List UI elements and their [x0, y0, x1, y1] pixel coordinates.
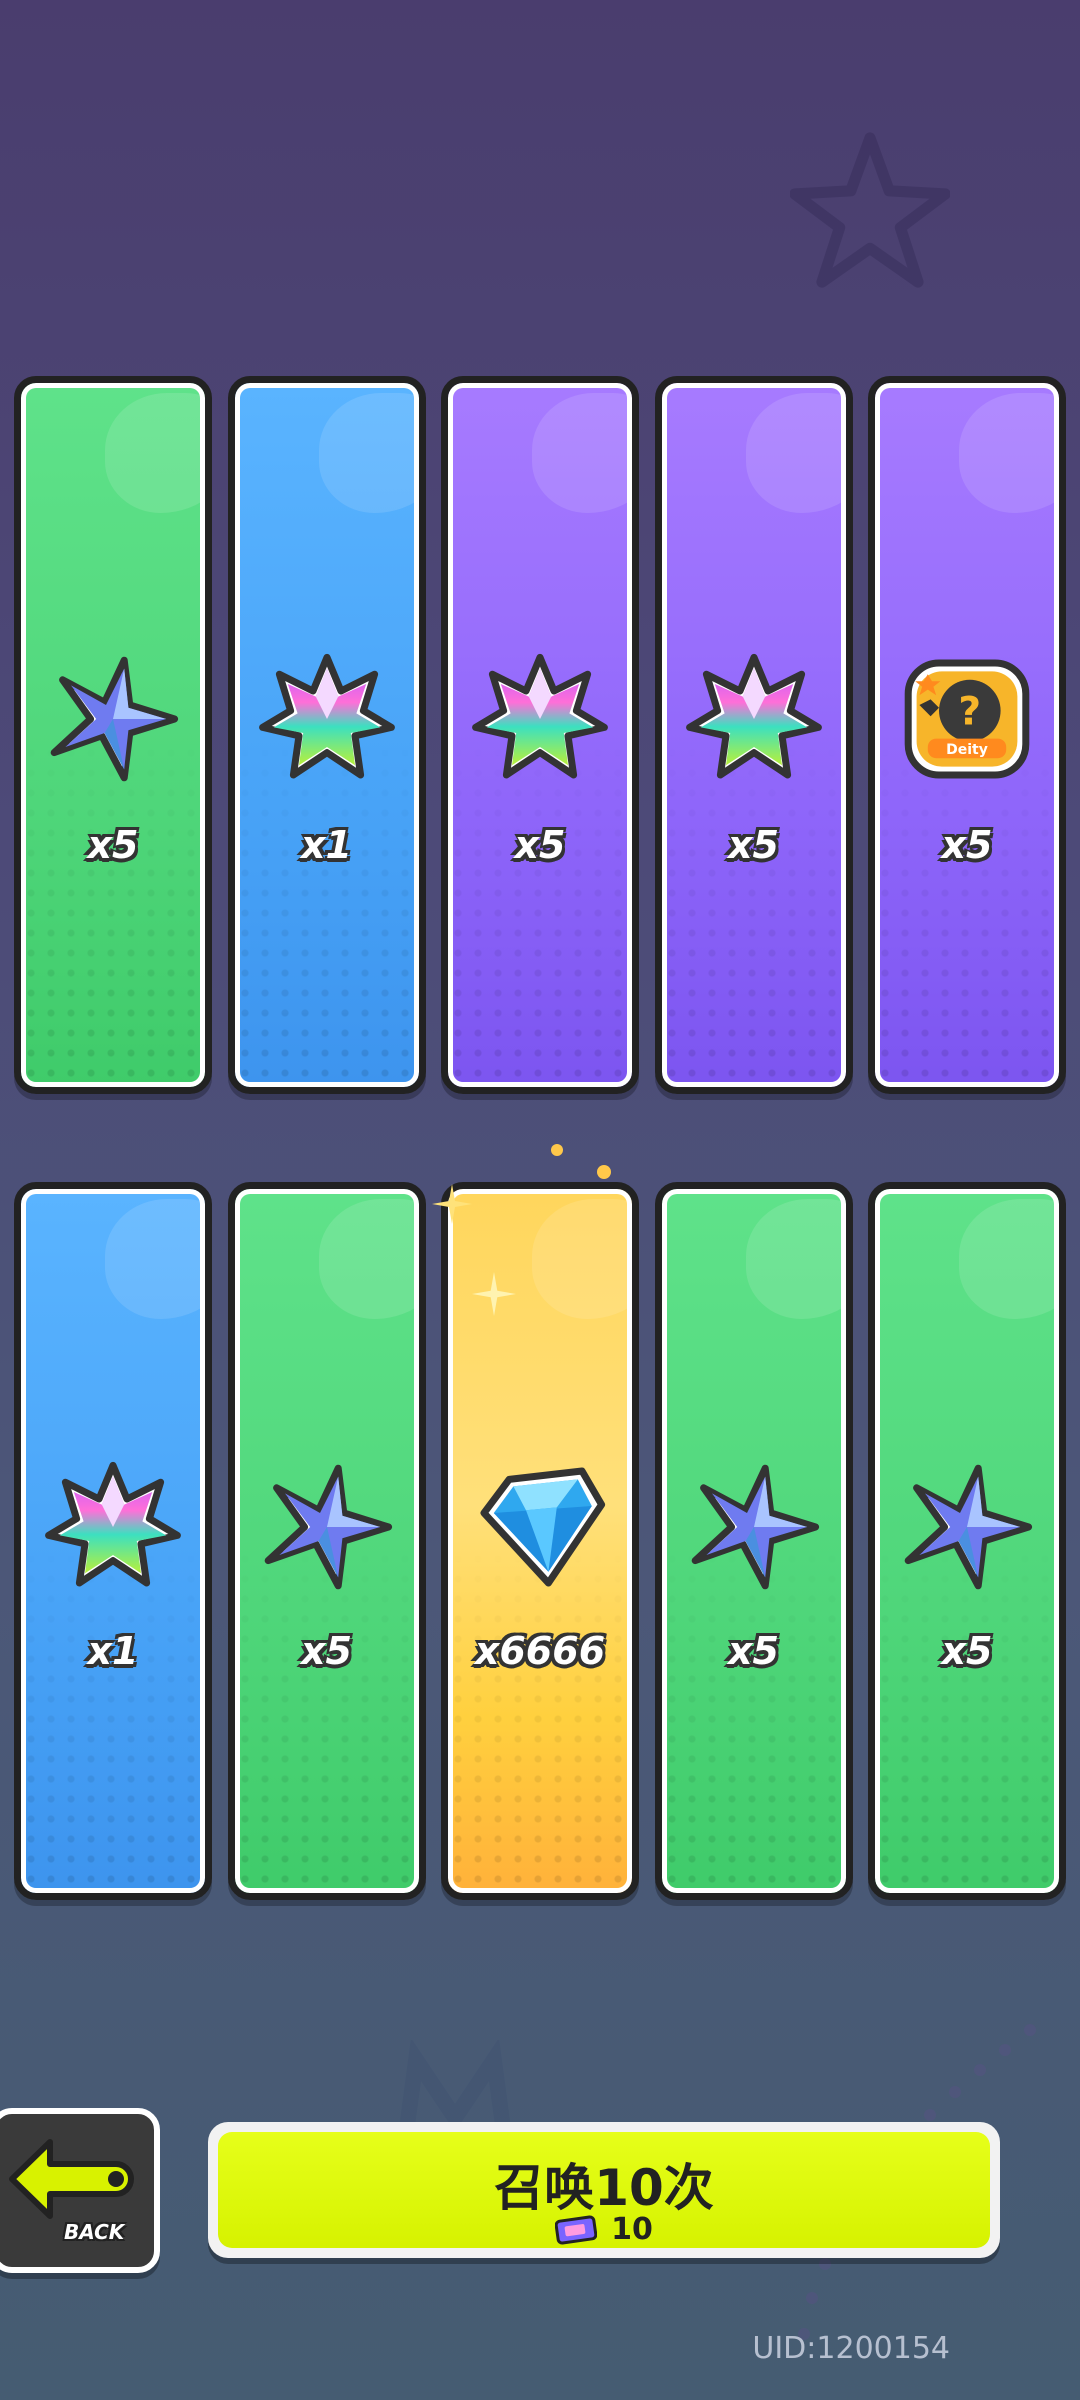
rainbow-leaf-crystal-icon	[685, 653, 822, 779]
back-button-label: BACK	[64, 2220, 125, 2244]
svg-text:Deity: Deity	[946, 742, 988, 758]
rainbow-leaf-crystal-icon	[258, 653, 395, 779]
reward-quantity: x5	[301, 1629, 352, 1673]
blue-star-crystal-icon	[264, 1464, 392, 1590]
reward-quantity: x5	[728, 1629, 779, 1673]
user-id-label: UID:1200154	[752, 2331, 950, 2366]
reward-card[interactable]: x5	[868, 1182, 1066, 1900]
reward-card[interactable]: x1	[227, 376, 426, 1094]
svg-text:?: ?	[958, 690, 981, 735]
reward-quantity: x5	[728, 823, 779, 867]
reward-quantity: x1	[87, 1629, 139, 1673]
summon-cost-value: 10	[611, 2212, 653, 2247]
diamond-gem-icon	[480, 1467, 606, 1587]
blue-star-crystal-icon	[904, 1464, 1033, 1590]
reward-quantity: x5	[941, 823, 993, 867]
sparkle-icon	[432, 1184, 472, 1224]
summon-button-title: 召唤10次	[494, 2159, 714, 2217]
rainbow-leaf-crystal-icon	[45, 1461, 181, 1587]
rainbow-leaf-crystal-icon	[472, 653, 608, 779]
reward-card[interactable]: ? Deity x5	[868, 376, 1066, 1094]
reward-card[interactable]: x1	[14, 1182, 212, 1900]
sparkle-icon	[472, 1272, 516, 1316]
blue-star-crystal-icon	[50, 656, 179, 782]
reward-quantity: x5	[941, 1629, 993, 1673]
reward-quantity: x1	[301, 823, 352, 867]
reward-row-2: x1 x5 x6666 x5 x5	[14, 1182, 1066, 1900]
reward-card[interactable]: x5	[441, 376, 639, 1094]
reward-card[interactable]: x5	[654, 376, 853, 1094]
reward-quantity: x6666	[474, 1629, 606, 1673]
reward-row-1: x5 x1 x5 x5 ? Deity x5	[14, 376, 1066, 1094]
summon-ticket-icon	[555, 2214, 598, 2245]
summon-10-button[interactable]: 召唤10次 10	[208, 2122, 1000, 2258]
sparkle-dots	[551, 1144, 611, 1179]
reward-card[interactable]: x5	[14, 376, 212, 1094]
reward-card-highlight[interactable]: x6666	[441, 1182, 639, 1900]
back-arrow-icon	[9, 2139, 134, 2219]
mystery-puzzle-coin-icon: ? Deity	[904, 659, 1030, 779]
background-star-icon	[790, 132, 950, 288]
summon-cost: 10	[218, 2212, 990, 2247]
summon-button-face: 召唤10次 10	[218, 2132, 990, 2248]
reward-quantity: x5	[87, 823, 139, 867]
back-button[interactable]: BACK	[0, 2108, 160, 2273]
reward-card[interactable]: x5	[227, 1182, 426, 1900]
reward-card[interactable]: x5	[654, 1182, 853, 1900]
reward-quantity: x5	[514, 823, 566, 867]
blue-star-crystal-icon	[691, 1464, 819, 1590]
